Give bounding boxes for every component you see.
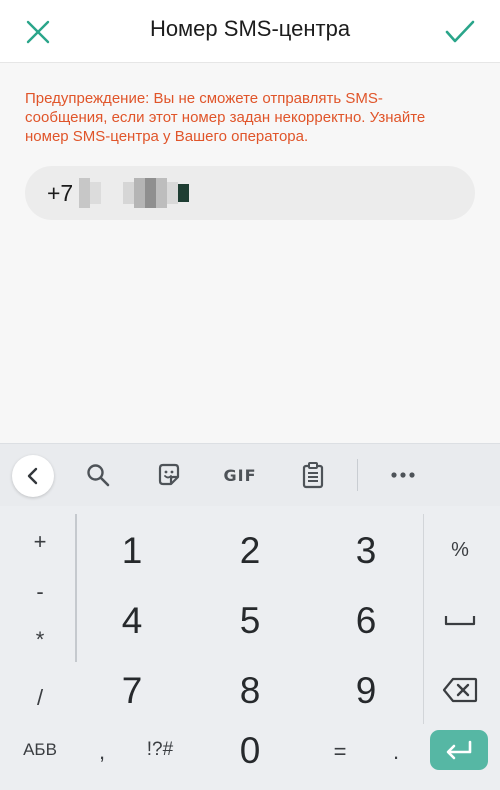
key-8[interactable]: 8 — [200, 666, 300, 716]
confirm-button[interactable] — [438, 12, 482, 52]
gif-button[interactable]: GIF — [218, 454, 262, 496]
key-0[interactable]: 0 — [200, 726, 300, 776]
sticker-icon — [158, 463, 180, 486]
key-divide[interactable]: / — [5, 676, 75, 720]
search-button[interactable] — [80, 454, 116, 496]
key-minus[interactable]: - — [5, 570, 75, 614]
key-9[interactable]: 9 — [316, 666, 416, 716]
clipboard-button[interactable] — [296, 454, 330, 496]
key-comma[interactable]: , — [80, 732, 124, 772]
clipboard-icon — [302, 462, 324, 489]
content-area: Предупреждение: Вы не сможете отправлять… — [0, 63, 500, 443]
keyboard-toolbar: GIF — [0, 443, 500, 506]
key-space[interactable] — [430, 600, 490, 640]
sticker-button[interactable] — [151, 454, 187, 496]
space-bar-icon — [444, 616, 476, 626]
sms-center-number-field[interactable]: +7 — [25, 166, 475, 220]
header-bar: Номер SMS-центра — [0, 0, 500, 63]
more-horizontal-icon — [391, 472, 415, 478]
key-dot[interactable]: . — [374, 732, 418, 772]
toolbar-divider — [357, 459, 358, 491]
warning-text: Предупреждение: Вы не сможете отправлять… — [25, 90, 426, 145]
keyboard-divider-right — [423, 514, 424, 724]
key-letters-abv[interactable]: АБВ — [5, 732, 75, 768]
key-6[interactable]: 6 — [316, 596, 416, 646]
more-options-button[interactable] — [383, 454, 423, 496]
backspace-icon — [442, 677, 478, 703]
collapse-toolbar-button[interactable] — [12, 455, 54, 497]
key-equals[interactable]: = — [318, 732, 362, 772]
key-percent[interactable]: % — [430, 528, 490, 572]
gif-label: GIF — [223, 465, 257, 485]
key-plus[interactable]: + — [5, 520, 75, 564]
key-1[interactable]: 1 — [82, 526, 182, 576]
chevron-left-icon — [27, 467, 38, 485]
enter-arrow-icon — [446, 740, 472, 760]
key-backspace[interactable] — [430, 670, 490, 710]
key-3[interactable]: 3 — [316, 526, 416, 576]
key-2[interactable]: 2 — [200, 526, 300, 576]
key-4[interactable]: 4 — [82, 596, 182, 646]
numeric-keyboard: + - * / 1 2 3 4 5 6 7 8 9 0 % АБВ , !?# … — [0, 506, 500, 790]
sms-center-screen: Номер SMS-центра Предупреждение: Вы не с… — [0, 0, 500, 790]
search-icon — [87, 464, 110, 487]
key-5[interactable]: 5 — [200, 596, 300, 646]
enter-key[interactable] — [430, 730, 488, 770]
checkmark-icon — [445, 20, 475, 43]
key-7[interactable]: 7 — [82, 666, 182, 716]
keyboard-divider-left — [75, 514, 77, 662]
page-title: Номер SMS-центра — [149, 16, 351, 41]
key-multiply[interactable]: * — [5, 618, 75, 662]
field-prefix: +7 — [47, 179, 74, 206]
redacted-number-pixelation — [79, 178, 190, 208]
key-symbols[interactable]: !?# — [130, 732, 190, 768]
